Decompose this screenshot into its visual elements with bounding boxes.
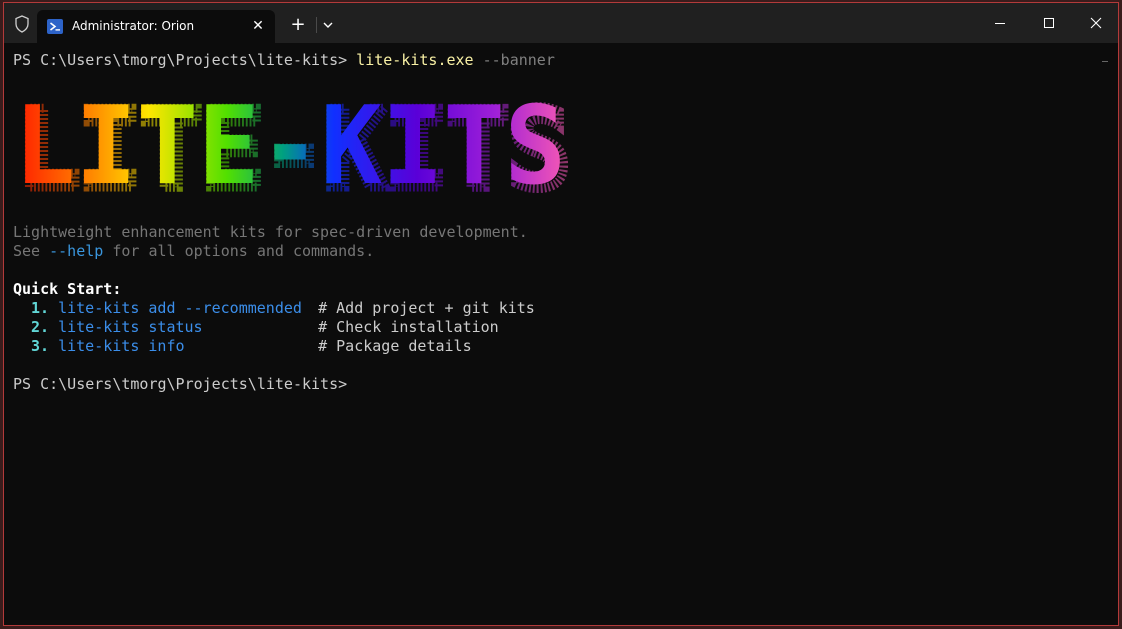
- help-hint-prefix: See: [13, 242, 50, 260]
- help-flag: --help: [49, 242, 104, 260]
- tab-title: Administrator: Orion: [72, 19, 195, 33]
- step-command: lite-kits status: [58, 318, 203, 336]
- quick-start-title: Quick Start:: [13, 280, 122, 298]
- prompt: PS C:\Users\tmorg\Projects\lite-kits>: [13, 51, 357, 69]
- description: Lightweight enhancement kits for spec-dr…: [13, 223, 528, 241]
- help-hint: See --help for all options and commands.: [13, 242, 374, 261]
- tab-divider: [316, 17, 317, 33]
- terminal-window: Administrator: Orion ✕ + PS C:\Users\tmo…: [3, 2, 1119, 626]
- shield-icon: [15, 15, 29, 33]
- final-prompt: PS C:\Users\tmorg\Projects\lite-kits>: [13, 375, 348, 393]
- lite-kits-banner: LITE-KITS LITE-KITS: [14, 89, 574, 201]
- step-number: 2.: [31, 318, 50, 336]
- step-comment: # Check installation: [318, 318, 499, 336]
- powershell-icon: [47, 19, 63, 34]
- help-hint-suffix: for all options and commands.: [103, 242, 375, 260]
- title-bar: Administrator: Orion ✕ +: [4, 3, 1118, 43]
- maximize-icon[interactable]: [1039, 13, 1059, 33]
- step-command: lite-kits info: [58, 337, 185, 355]
- step-3: 3. lite-kits info # Package details: [13, 337, 472, 356]
- command-line: PS C:\Users\tmorg\Projects\lite-kits> li…: [13, 51, 555, 70]
- window-close-icon[interactable]: [1086, 13, 1106, 33]
- terminal-output[interactable]: PS C:\Users\tmorg\Projects\lite-kits> li…: [13, 47, 1118, 625]
- chevron-down-icon[interactable]: [318, 15, 338, 35]
- step-comment: # Add project + git kits: [318, 299, 535, 317]
- step-number: 1.: [31, 299, 50, 317]
- step-comment: # Package details: [318, 337, 472, 355]
- step-2: 2. lite-kits status # Check installation: [13, 318, 499, 337]
- plus-icon[interactable]: +: [288, 15, 308, 35]
- command: lite-kits.exe: [356, 51, 474, 69]
- step-1: 1. lite-kits add --recommended # Add proj…: [13, 299, 535, 318]
- close-icon[interactable]: ✕: [248, 16, 268, 36]
- minimize-icon[interactable]: [990, 13, 1010, 33]
- step-number: 3.: [31, 337, 50, 355]
- step-command: lite-kits add --recommended: [58, 299, 302, 317]
- tab-administrator-orion[interactable]: Administrator: Orion ✕: [37, 10, 275, 43]
- banner-text: LITE-KITS: [14, 89, 566, 201]
- command-arg: --banner: [473, 51, 555, 69]
